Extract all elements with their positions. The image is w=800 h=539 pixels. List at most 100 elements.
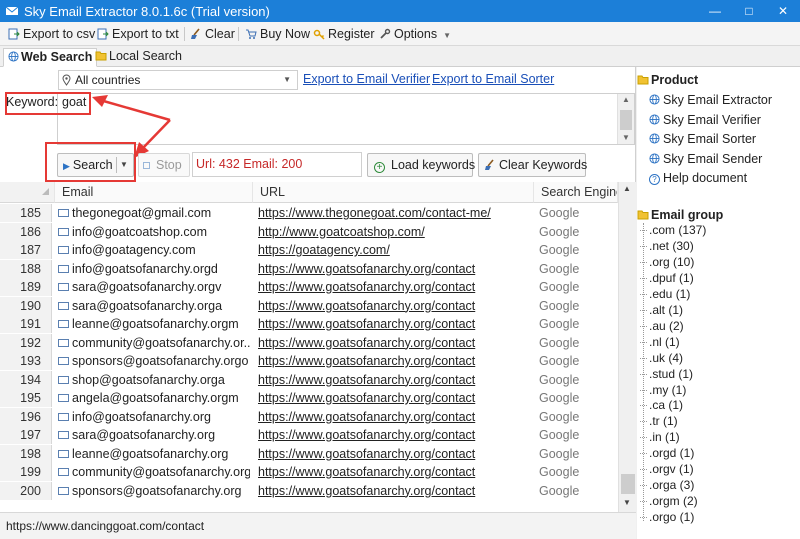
tab-local-search[interactable]: Local Search [91, 48, 186, 67]
keyword-input[interactable]: goat ▲ ▼ [57, 93, 635, 145]
email-group-item[interactable]: .nl (1) [640, 335, 680, 349]
email-group-item[interactable]: .tr (1) [640, 414, 678, 428]
url-cell[interactable]: https://www.goatsofanarchy.org/contact [258, 408, 534, 426]
url-cell[interactable]: https://goatagency.com/ [258, 241, 534, 259]
email-cell[interactable]: community@goatsofanarchy.or... [58, 334, 250, 352]
email-cell[interactable]: thegonegoat@gmail.com [58, 204, 250, 222]
keyword-scrollbar[interactable]: ▲ ▼ [617, 94, 634, 144]
email-group-item[interactable]: .orgv (1) [640, 462, 694, 476]
email-cell[interactable]: sara@goatsofanarchy.orgv [58, 278, 250, 296]
scrollbar-thumb[interactable] [621, 474, 635, 494]
country-select[interactable]: All countries ▼ [58, 70, 298, 90]
url-cell[interactable]: https://www.goatsofanarchy.org/contact [258, 278, 534, 296]
clear-button[interactable]: Clear [190, 25, 235, 43]
email-cell[interactable]: info@goatsofanarchy.org [58, 408, 250, 426]
url-cell[interactable]: https://www.goatsofanarchy.org/contact [258, 260, 534, 278]
email-group-item[interactable]: .orgo (1) [639, 510, 694, 524]
register-button[interactable]: Register [313, 25, 375, 43]
email-cell[interactable]: community@goatsofanarchy.org [58, 463, 250, 481]
table-row[interactable]: 200 sponsors@goatsofanarchy.org https://ww… [0, 481, 618, 501]
url-cell[interactable]: https://www.goatsofanarchy.org/contact [258, 315, 534, 333]
clear-keywords-button[interactable]: Clear Keywords [478, 153, 587, 177]
close-button[interactable]: ✕ [772, 1, 794, 21]
email-cell[interactable]: angela@goatsofanarchy.orgm [58, 389, 250, 407]
email-cell[interactable]: sara@goatsofanarchy.org [58, 426, 250, 444]
email-group-item[interactable]: .dpuf (1) [640, 271, 694, 285]
email-group-item[interactable]: .com (137) [639, 223, 706, 237]
email-group-item[interactable]: .stud (1) [639, 367, 693, 381]
url-cell[interactable]: https://www.goatsofanarchy.org/contact [258, 352, 534, 370]
url-cell[interactable]: http://www.goatcoatshop.com/ [258, 223, 534, 241]
url-cell[interactable]: https://www.goatsofanarchy.org/contact [258, 371, 534, 389]
url-cell[interactable]: https://www.thegonegoat.com/contact-me/ [258, 204, 534, 222]
table-row[interactable]: 185 thegonegoat@gmail.com https://www.theg… [0, 204, 618, 223]
product-item[interactable]: Sky Email Sorter [649, 132, 756, 146]
url-cell[interactable]: https://www.goatsofanarchy.org/contact [258, 445, 534, 463]
scroll-up-icon[interactable]: ▲ [622, 95, 630, 104]
table-row[interactable]: 191 leanne@goatsofanarchy.orgm https://www… [0, 315, 618, 334]
email-cell[interactable]: leanne@goatsofanarchy.orgm [58, 315, 250, 333]
maximize-button[interactable]: □ [738, 1, 760, 21]
table-row[interactable]: 192 community@goatsofanarchy.or... https:/… [0, 333, 618, 353]
email-group-item[interactable]: .orgm (2) [640, 494, 698, 508]
email-group-item[interactable]: .uk (4) [639, 351, 683, 365]
email-cell[interactable]: info@goatcoatshop.com [58, 223, 250, 241]
url-cell[interactable]: https://www.goatsofanarchy.org/contact [258, 463, 534, 481]
email-group-item[interactable]: .orga (3) [639, 478, 694, 492]
load-keywords-button[interactable]: + Load keywords [367, 153, 475, 177]
product-item[interactable]: Sky Email Sender [649, 152, 762, 166]
export-to-email-verifier-link[interactable]: Export to Email Verifier [303, 72, 430, 86]
email-column-header[interactable]: Email [55, 182, 253, 203]
table-row[interactable]: 193 sponsors@goatsofanarchy.orgo https://w… [0, 352, 618, 371]
email-cell[interactable]: info@goatagency.com [58, 241, 250, 259]
email-group-item[interactable]: .org (10) [639, 255, 694, 269]
scrollbar-thumb[interactable] [620, 110, 632, 130]
table-row[interactable]: 198 leanne@goatsofanarchy.org https://www.… [0, 444, 618, 464]
product-item[interactable]: Sky Email Extractor [649, 93, 772, 107]
table-row[interactable]: 188 info@goatsofanarchy.orgd https://www.g… [0, 259, 618, 279]
search-engine-column-header[interactable]: Search Engine [534, 182, 618, 203]
product-item[interactable]: Sky Email Verifier [649, 113, 761, 127]
tab-web-search[interactable]: Web Search [3, 48, 98, 67]
table-row[interactable]: 199 community@goatsofanarchy.org https://w… [0, 463, 618, 482]
email-group-item[interactable]: .in (1) [640, 430, 680, 444]
results-scrollbar[interactable]: ▲ ▼ [618, 182, 636, 512]
scroll-down-icon[interactable]: ▼ [622, 133, 630, 142]
export-csv-button[interactable]: Export to csv [8, 25, 95, 43]
table-row[interactable]: 189 sara@goatsofanarchy.orgv https://www.g… [0, 278, 618, 297]
email-group-item[interactable]: .alt (1) [639, 303, 683, 317]
email-group-item[interactable]: .au (2) [640, 319, 684, 333]
table-row[interactable]: 194 shop@goatsofanarchy.orga https://www.g… [0, 370, 618, 390]
url-cell[interactable]: https://www.goatsofanarchy.org/contact [258, 389, 534, 407]
url-cell[interactable]: https://www.goatsofanarchy.org/contact [258, 334, 534, 352]
email-group-item[interactable]: .edu (1) [639, 287, 690, 301]
options-button[interactable]: Options ▼ [379, 25, 451, 43]
stop-button[interactable]: Stop [138, 153, 190, 177]
url-column-header[interactable]: URL [253, 182, 534, 203]
email-group-item[interactable]: .ca (1) [639, 398, 683, 412]
export-txt-button[interactable]: Export to txt [97, 25, 179, 43]
email-cell[interactable]: sponsors@goatsofanarchy.org [58, 482, 250, 500]
email-group-item[interactable]: .orgd (1) [639, 446, 694, 460]
table-row[interactable]: 195 angela@goatsofanarchy.orgm https://www… [0, 389, 618, 408]
table-row[interactable]: 186 info@goatcoatshop.com http://www.goatc… [0, 222, 618, 242]
table-row[interactable]: 197 sara@goatsofanarchy.org https://www.go… [0, 426, 618, 445]
table-row[interactable]: 196 info@goatsofanarchy.org https://www.go… [0, 407, 618, 427]
table-row[interactable]: 187 info@goatagency.com https://goatagency… [0, 241, 618, 260]
scroll-down-icon[interactable]: ▼ [623, 498, 631, 507]
minimize-button[interactable]: — [704, 1, 726, 21]
email-cell[interactable]: leanne@goatsofanarchy.org [58, 445, 250, 463]
email-cell[interactable]: shop@goatsofanarchy.orga [58, 371, 250, 389]
url-cell[interactable]: https://www.goatsofanarchy.org/contact [258, 297, 534, 315]
email-group-item[interactable]: .net (30) [640, 239, 694, 253]
email-group-section-header[interactable]: Email group [637, 208, 723, 222]
export-to-email-sorter-link[interactable]: Export to Email Sorter [432, 72, 554, 86]
buy-now-button[interactable]: Buy Now [245, 25, 310, 43]
email-cell[interactable]: sara@goatsofanarchy.orga [58, 297, 250, 315]
help-document-link[interactable]: ? Help document [649, 171, 747, 186]
url-cell[interactable]: https://www.goatsofanarchy.org/contact [258, 482, 534, 500]
product-section-header[interactable]: Product [637, 73, 698, 87]
scroll-up-icon[interactable]: ▲ [623, 184, 631, 193]
table-row[interactable]: 190 sara@goatsofanarchy.orga https://www.g… [0, 296, 618, 316]
email-cell[interactable]: info@goatsofanarchy.orgd [58, 260, 250, 278]
